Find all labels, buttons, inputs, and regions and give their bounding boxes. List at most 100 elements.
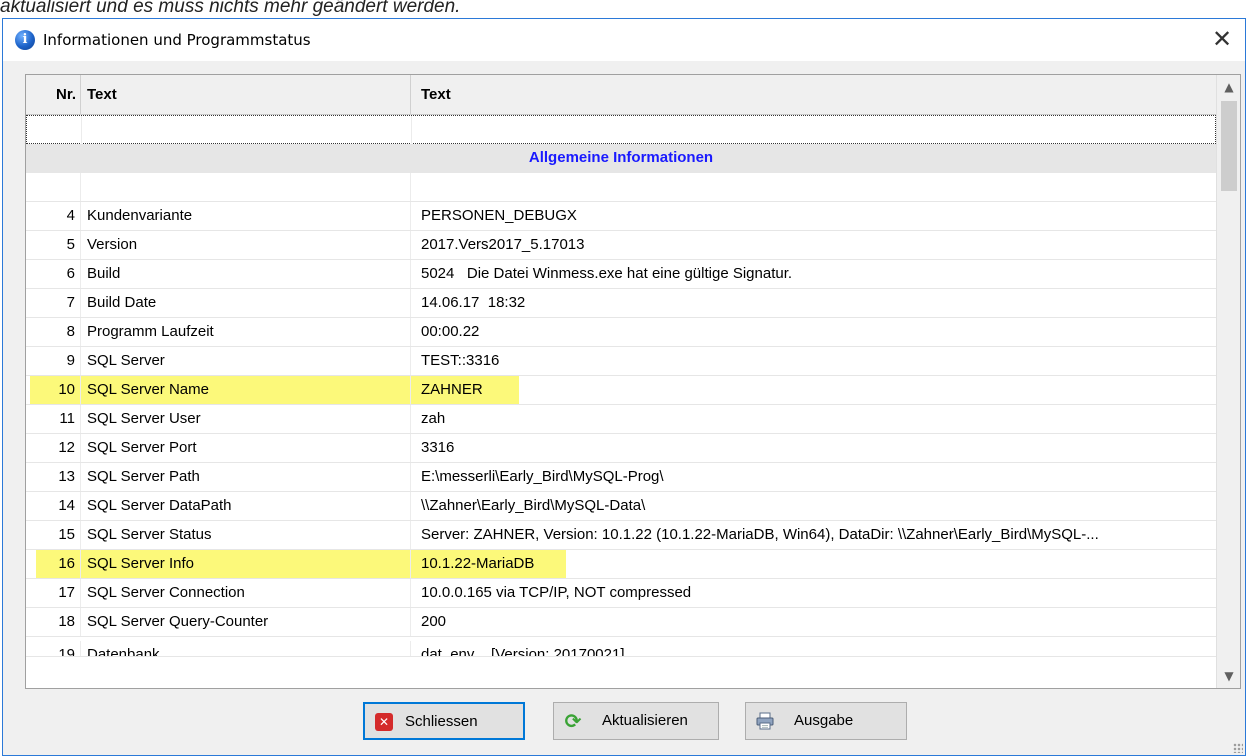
row-value: 3316 — [421, 439, 455, 456]
row-label: SQL Server Status — [81, 521, 411, 549]
table-row[interactable]: 4 Kundenvariante PERSONEN_DEBUGX — [26, 202, 1216, 231]
row-label: SQL Server DataPath — [81, 492, 411, 520]
row-nr: 15 — [26, 521, 81, 549]
row-label: Programm Laufzeit — [81, 318, 411, 346]
row-value: 10.1.22-MariaDB — [421, 555, 535, 572]
row-value: Server: ZAHNER, Version: 10.1.22 (10.1.2… — [421, 526, 1099, 543]
table-row-empty[interactable] — [26, 173, 1216, 202]
row-nr: 7 — [26, 289, 81, 317]
row-label: Kundenvariante — [81, 202, 411, 230]
close-button[interactable]: ✕ Schliessen — [363, 702, 525, 740]
row-nr: 17 — [26, 579, 81, 607]
row-value: 2017.Vers2017_5.17013 — [421, 236, 585, 253]
table-row-highlighted[interactable]: 16 SQL Server Info 10.1.22-MariaDB — [26, 550, 1216, 579]
row-nr: 19 — [26, 641, 81, 656]
row-label: SQL Server — [81, 347, 411, 375]
row-nr — [26, 173, 81, 201]
row-value: 5024 Die Datei Winmess.exe hat eine gült… — [421, 265, 793, 282]
scroll-up-icon[interactable]: ▲ — [1217, 75, 1240, 99]
table-row[interactable]: 7 Build Date 14.06.17 18:32 — [26, 289, 1216, 318]
row-label: Build — [81, 260, 411, 288]
grid-viewport: Nr. Text Text Allgemeine Informationen 4… — [26, 75, 1216, 688]
dialog-title: Informationen und Programmstatus — [43, 31, 311, 49]
row-value: 200 — [421, 613, 447, 630]
row-label: Version — [81, 231, 411, 259]
row-value: E:\messerli\Early_Bird\MySQL-Prog\ — [421, 468, 664, 485]
row-label: SQL Server Path — [81, 463, 411, 491]
section-title: Allgemeine Informationen — [528, 149, 714, 166]
row-nr: 18 — [26, 608, 81, 636]
column-header-nr[interactable]: Nr. — [26, 75, 81, 115]
row-value: 14.06.17 18:32 — [421, 294, 526, 311]
row-label — [82, 116, 412, 144]
row-nr: 8 — [26, 318, 81, 346]
info-grid: Nr. Text Text Allgemeine Informationen 4… — [25, 74, 1241, 689]
row-nr: 5 — [26, 231, 81, 259]
row-nr: 11 — [26, 405, 81, 433]
row-nr: 6 — [26, 260, 81, 288]
table-row[interactable]: 14 SQL Server DataPath \\Zahner\Early_Bi… — [26, 492, 1216, 521]
scrollbar-thumb[interactable] — [1221, 101, 1237, 191]
table-row-partial[interactable]: 19 Datenbank dat_env [Version: 20170021] — [26, 637, 1216, 657]
table-row[interactable]: 15 SQL Server Status Server: ZAHNER, Ver… — [26, 521, 1216, 550]
table-row[interactable]: 12 SQL Server Port 3316 — [26, 434, 1216, 463]
table-row[interactable]: 5 Version 2017.Vers2017_5.17013 — [26, 231, 1216, 260]
row-label: SQL Server User — [81, 405, 411, 433]
row-nr: 4 — [26, 202, 81, 230]
refresh-button[interactable]: ⟳ Aktualisieren — [553, 702, 719, 740]
row-label: SQL Server Name — [81, 376, 411, 404]
row-value: TEST::3316 — [421, 352, 500, 369]
row-value: ZAHNER — [421, 381, 483, 398]
close-red-icon: ✕ — [375, 713, 393, 731]
row-nr: 14 — [26, 492, 81, 520]
row-nr: 13 — [26, 463, 81, 491]
column-header-value[interactable]: Text — [411, 75, 1216, 115]
table-row[interactable]: 11 SQL Server User zah — [26, 405, 1216, 434]
output-button-label: Ausgabe — [794, 712, 854, 729]
scroll-down-icon[interactable]: ▼ — [1217, 664, 1240, 688]
row-value — [411, 173, 1216, 201]
document-text-fragment: aktualisiert und es muss nichts mehr geä… — [0, 0, 461, 17]
row-label: Build Date — [81, 289, 411, 317]
row-value: dat_env [Version: 20170021] — [421, 646, 625, 657]
row-label: SQL Server Query-Counter — [81, 608, 411, 636]
table-row[interactable]: 8 Programm Laufzeit 00:00.22 — [26, 318, 1216, 347]
close-window-button[interactable]: ✕ — [1207, 25, 1237, 55]
row-value: PERSONEN_DEBUGX — [421, 207, 577, 224]
close-button-label: Schliessen — [405, 713, 478, 730]
table-row[interactable]: 6 Build 5024 Die Datei Winmess.exe hat e… — [26, 260, 1216, 289]
grid-header: Nr. Text Text — [26, 75, 1216, 115]
row-nr: 12 — [26, 434, 81, 462]
row-value: 10.0.0.165 via TCP/IP, NOT compressed — [421, 584, 692, 601]
resize-grip-icon[interactable] — [1233, 743, 1243, 753]
row-label: SQL Server Info — [81, 550, 411, 578]
vertical-scrollbar[interactable]: ▲ ▼ — [1216, 75, 1240, 688]
info-icon: i — [15, 30, 35, 50]
table-row[interactable]: 13 SQL Server Path E:\messerli\Early_Bir… — [26, 463, 1216, 492]
row-nr: 16 — [26, 550, 81, 578]
table-row[interactable]: 18 SQL Server Query-Counter 200 — [26, 608, 1216, 637]
info-dialog: i Informationen und Programmstatus ✕ Nr.… — [2, 18, 1246, 756]
row-value — [412, 116, 1216, 144]
table-row-empty-focused[interactable] — [26, 115, 1216, 144]
row-label: Datenbank — [81, 641, 411, 656]
row-value: zah — [421, 410, 446, 427]
row-label — [81, 173, 411, 201]
table-row[interactable]: 9 SQL Server TEST::3316 — [26, 347, 1216, 376]
table-row[interactable]: 17 SQL Server Connection 10.0.0.165 via … — [26, 579, 1216, 608]
refresh-button-label: Aktualisieren — [602, 712, 688, 729]
row-value: \\Zahner\Early_Bird\MySQL-Data\ — [421, 497, 646, 514]
row-nr: 10 — [26, 376, 81, 404]
output-button[interactable]: Ausgabe — [745, 702, 907, 740]
title-bar: i Informationen und Programmstatus ✕ — [3, 19, 1245, 61]
row-nr — [27, 116, 82, 144]
section-row[interactable]: Allgemeine Informationen — [26, 144, 1216, 173]
printer-icon — [756, 712, 774, 730]
table-row-highlighted[interactable]: 10 SQL Server Name ZAHNER — [26, 376, 1216, 405]
row-nr: 9 — [26, 347, 81, 375]
refresh-icon: ⟳ — [564, 709, 582, 733]
row-label: SQL Server Port — [81, 434, 411, 462]
row-value: 00:00.22 — [421, 323, 480, 340]
column-header-text[interactable]: Text — [81, 75, 411, 115]
row-label: SQL Server Connection — [81, 579, 411, 607]
